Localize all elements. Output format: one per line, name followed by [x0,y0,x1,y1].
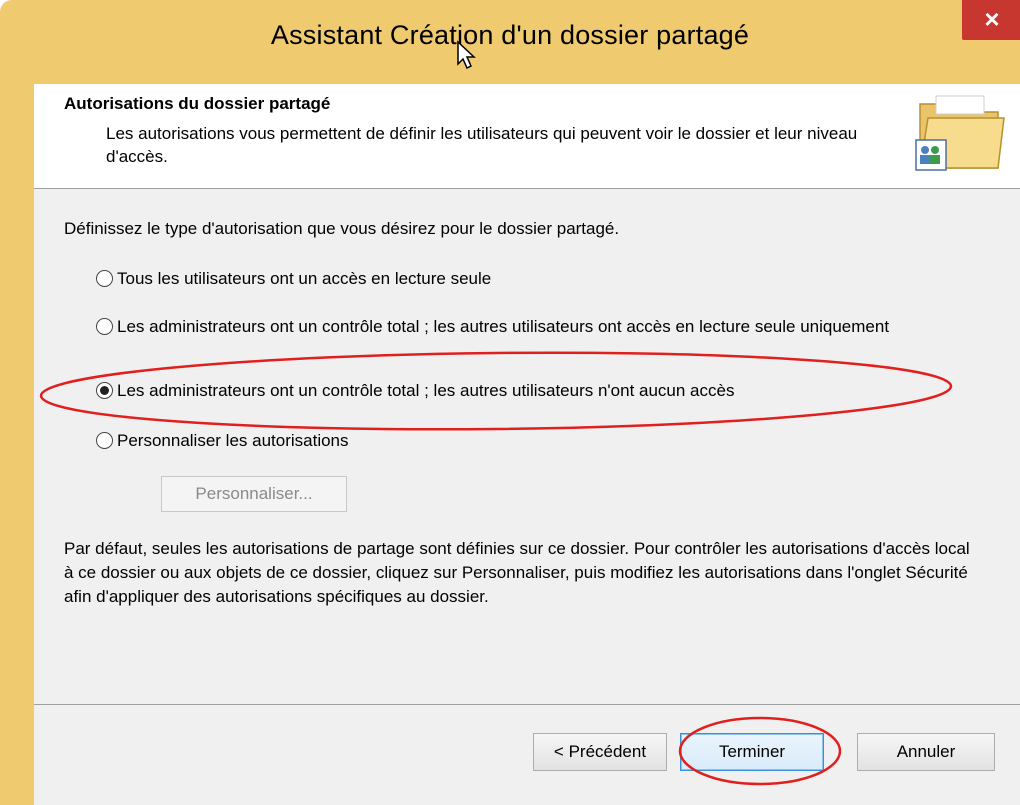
radio-admin-full-others-read[interactable] [96,318,113,335]
radio-custom-permissions[interactable] [96,432,113,449]
previous-button[interactable]: < Précédent [533,733,667,771]
radio-read-only-all[interactable] [96,270,113,287]
wizard-content: Définissez le type d'autorisation que vo… [34,189,1020,704]
header-title: Autorisations du dossier partagé [64,94,331,113]
customize-button[interactable]: Personnaliser... [161,476,347,512]
folder-users-icon [915,95,1005,171]
option-custom-permissions[interactable]: Personnaliser les autorisations [96,429,907,452]
wizard-header: Autorisations du dossier partagé Les aut… [34,84,1020,189]
option-label: Les administrateurs ont un contrôle tota… [117,381,735,400]
option-label: Tous les utilisateurs ont un accès en le… [117,269,492,288]
close-button[interactable]: × [962,0,1020,40]
option-label: Les administrateurs ont un contrôle tota… [117,317,890,336]
cancel-button[interactable]: Annuler [857,733,995,771]
permissions-note: Par défaut, seules les autorisations de … [64,539,970,606]
cursor-icon [457,40,476,70]
option-read-only-all[interactable]: Tous les utilisateurs ont un accès en le… [96,267,907,290]
close-icon: × [984,4,1000,34]
option-label: Personnaliser les autorisations [117,431,349,450]
radio-admin-full-others-none[interactable] [96,382,113,399]
dialog-window: Assistant Création d'un dossier partagé … [0,0,1020,805]
intro-text: Définissez le type d'autorisation que vo… [64,219,620,238]
wizard-footer: < Précédent Terminer Annuler [34,705,1020,805]
finish-button[interactable]: Terminer [680,733,824,771]
header-description: Les autorisations vous permettent de déf… [106,124,858,166]
option-admin-full-others-none[interactable]: Les administrateurs ont un contrôle tota… [96,379,937,402]
window-title: Assistant Création d'un dossier partagé [270,20,750,50]
option-admin-full-others-read[interactable]: Les administrateurs ont un contrôle tota… [96,315,907,338]
title-bar[interactable]: Assistant Création d'un dossier partagé … [0,0,1020,82]
